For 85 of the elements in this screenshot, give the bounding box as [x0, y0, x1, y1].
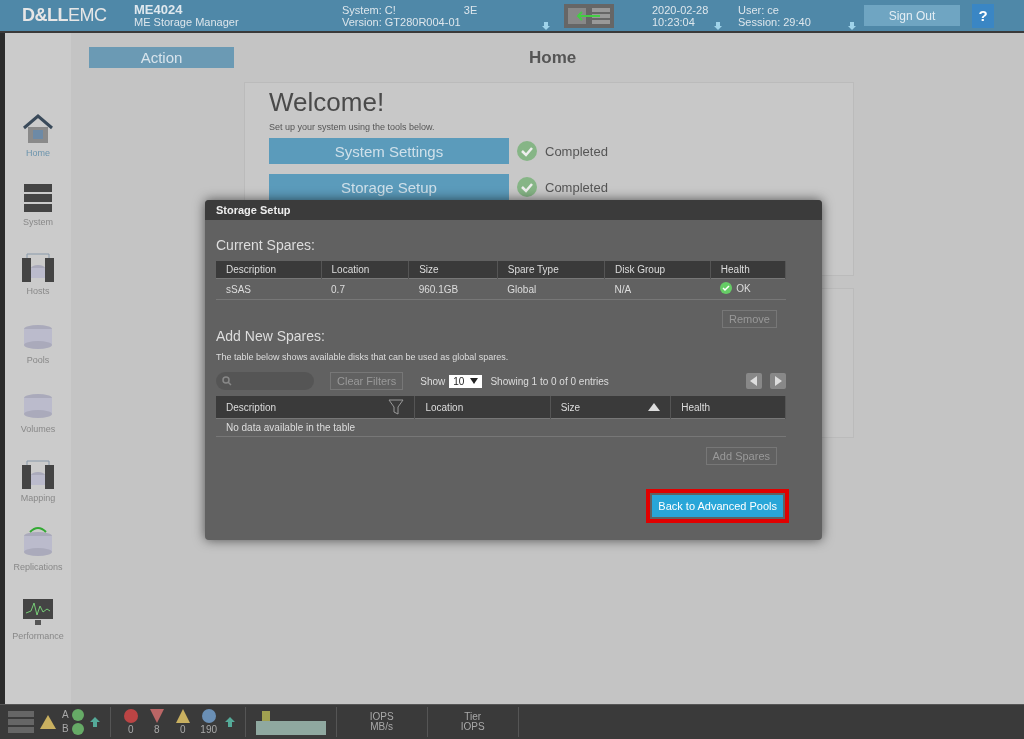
controller-label: A: [62, 710, 69, 720]
servers-disks-icon: [20, 250, 56, 284]
page-title: Home: [529, 47, 577, 68]
filter-icon[interactable]: [388, 399, 405, 415]
column-header[interactable]: Description: [216, 396, 415, 419]
dialog-title: Storage Setup: [205, 200, 822, 220]
remove-button[interactable]: Remove: [722, 310, 777, 328]
help-button[interactable]: ?: [972, 3, 994, 28]
column-header[interactable]: Location: [414, 396, 551, 419]
house-icon: [20, 112, 56, 146]
sidebar-item[interactable]: Volumes: [5, 383, 71, 439]
action-button[interactable]: Action: [89, 47, 234, 68]
table-cell: 0.7: [321, 278, 409, 300]
table-cell: Global: [497, 278, 605, 300]
column-header[interactable]: Health: [710, 261, 786, 279]
sidebar-item[interactable]: System: [5, 176, 71, 232]
servers-disks-icon: [20, 457, 56, 491]
column-header[interactable]: Size: [550, 396, 671, 419]
search-field[interactable]: [216, 372, 314, 390]
system-label: System: C!: [342, 3, 396, 16]
server-rack-icon[interactable]: [8, 709, 34, 735]
event-count: 0: [127, 725, 134, 735]
sidebar-item[interactable]: Home: [5, 107, 71, 163]
capacity-bar-icon: [255, 709, 326, 735]
event-count: 8: [153, 725, 160, 735]
model-name: ME4024: [134, 3, 184, 16]
event-count: 0: [179, 725, 186, 735]
dropdown-caret-icon: [470, 378, 479, 384]
warning-icon[interactable]: [40, 715, 56, 729]
setup-step-button[interactable]: System Settings: [269, 138, 509, 164]
next-page-icon[interactable]: [770, 373, 786, 389]
search-icon: [222, 376, 232, 386]
tier-label: IOPS: [460, 722, 485, 732]
sort-ascending-icon: [648, 403, 661, 411]
page-size-select[interactable]: 10: [449, 374, 483, 388]
column-header[interactable]: Location: [321, 261, 409, 279]
welcome-subtitle: Set up your system using the tools below.: [269, 122, 436, 132]
date-label: 2020-02-28: [652, 3, 710, 16]
table-cell: No data available in the table: [216, 418, 786, 437]
sidebar-item[interactable]: Mapping: [5, 452, 71, 508]
step-status: Completed: [545, 143, 608, 159]
previous-page-icon[interactable]: [746, 373, 762, 389]
enclosure-icon[interactable]: [564, 3, 614, 28]
arrow-down-icon[interactable]: [714, 22, 722, 30]
logo: D&LLEMC: [22, 5, 108, 26]
sidebar-item[interactable]: Pools: [5, 314, 71, 370]
sidebar-item[interactable]: Hosts: [5, 245, 71, 301]
event-count: 190: [200, 725, 217, 735]
system-label: 3E: [463, 3, 478, 16]
back-to-advanced-pools-button[interactable]: Back to Advanced Pools: [652, 495, 783, 517]
perf-label: IOPS: [369, 712, 394, 722]
section-description: The table below shows available disks that can be used as global spares.: [216, 352, 510, 362]
arrow-down-icon[interactable]: [542, 22, 550, 30]
column-header[interactable]: Description: [216, 261, 322, 279]
time-label: 10:23:04: [652, 15, 696, 28]
section-heading: Add New Spares:: [216, 328, 326, 344]
critical-icon[interactable]: [149, 709, 164, 723]
controller-label: B: [62, 724, 69, 734]
table-cell: sSAS: [216, 278, 322, 300]
session-label: Session: 29:40: [738, 15, 812, 28]
column-header[interactable]: Size: [408, 261, 498, 279]
arrow-down-icon[interactable]: [848, 22, 856, 30]
step-status: Completed: [545, 179, 608, 195]
setup-step-button[interactable]: Storage Setup: [269, 174, 509, 200]
section-heading: Current Spares:: [216, 237, 316, 253]
sign-out-button[interactable]: Sign Out: [864, 5, 960, 26]
warning-icon[interactable]: [175, 709, 190, 723]
version-label: Version: GT280R004-01: [342, 15, 462, 28]
column-header[interactable]: Health: [670, 396, 786, 419]
column-header[interactable]: Disk Group: [604, 261, 711, 279]
table-cell: N/A: [604, 278, 711, 300]
user-label: User: ce: [738, 3, 780, 16]
table-cell: 960.1GB: [408, 278, 498, 300]
sidebar-item[interactable]: Performance: [5, 590, 71, 646]
perf-label: MB/s: [370, 722, 394, 732]
welcome-title: Welcome!: [269, 87, 386, 118]
product-name: ME Storage Manager: [134, 15, 240, 28]
sidebar-item[interactable]: Replications: [5, 521, 71, 577]
arrow-up-icon[interactable]: [89, 717, 100, 727]
table-cell: OK: [710, 278, 786, 300]
show-label: Show: [420, 375, 446, 387]
arrow-up-icon[interactable]: [224, 717, 235, 727]
column-header[interactable]: Spare Type: [497, 261, 605, 279]
tier-label: Tier: [464, 712, 482, 722]
entries-info: Showing 1 to 0 of 0 entries: [490, 375, 609, 387]
